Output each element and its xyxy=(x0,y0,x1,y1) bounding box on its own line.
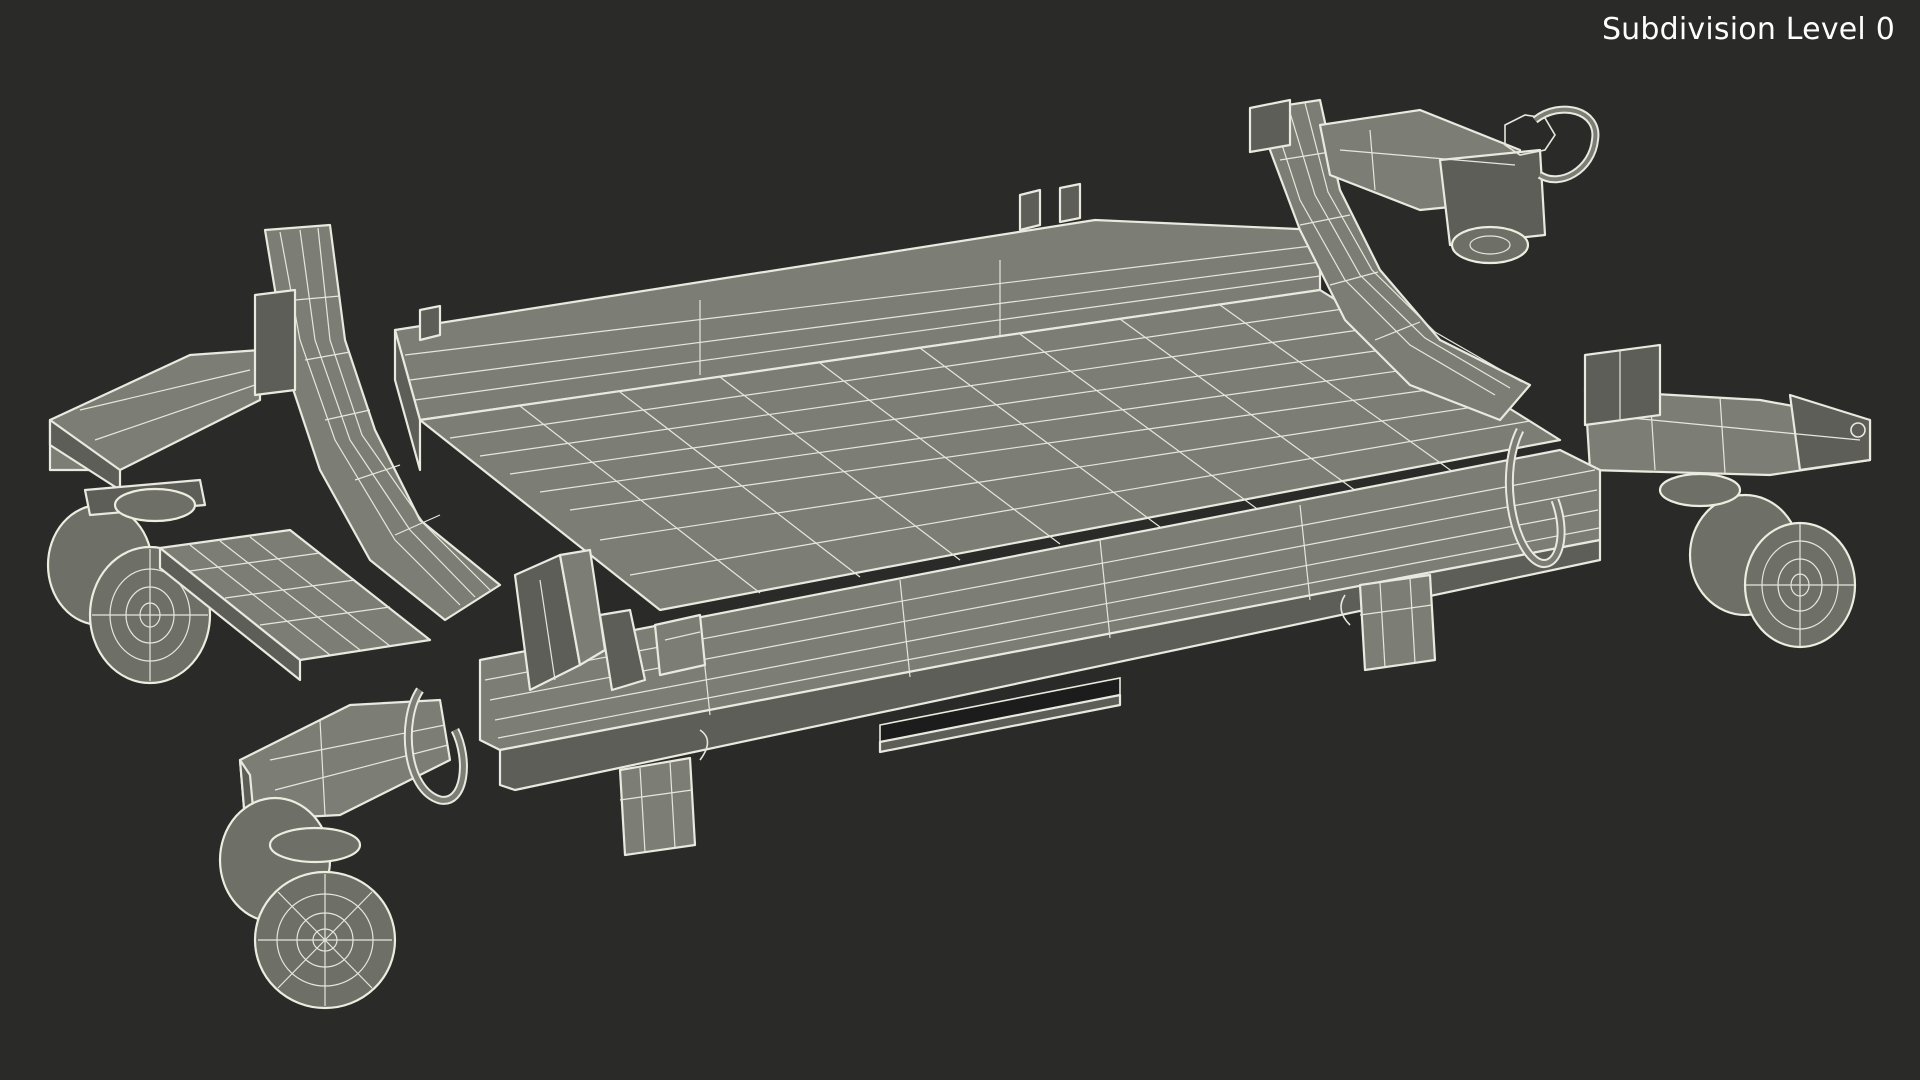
cart-wireframe-model xyxy=(46,98,1872,1010)
subdivision-level-label: Subdivision Level 0 xyxy=(1601,12,1895,47)
render-viewport: Subdivision Level 0 xyxy=(0,0,1920,1080)
rear-right-caster-mount xyxy=(1658,472,1742,508)
front-left-caster-mount xyxy=(268,826,362,864)
rear-left-wheel xyxy=(46,503,212,685)
rear-left-caster-mount xyxy=(113,487,197,523)
rear-right-wheel xyxy=(1688,493,1857,649)
